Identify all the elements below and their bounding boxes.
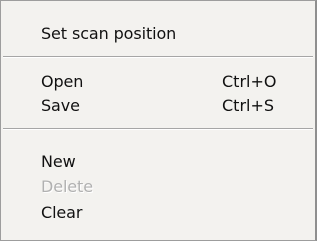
menu-item-set-scan-position[interactable]: Set scan position [1, 21, 315, 45]
menu-item-label: New [41, 151, 76, 171]
menu-item-open[interactable]: Open Ctrl+O [1, 69, 315, 93]
menu-item-label: Open [41, 71, 84, 91]
menu-item-clear[interactable]: Clear [1, 200, 315, 224]
menu-item-new[interactable]: New [1, 149, 315, 173]
menu-item-label: Save [41, 95, 80, 115]
menu-item-label: Clear [41, 202, 83, 222]
menu-item-label: Set scan position [41, 23, 177, 43]
menu-separator [3, 56, 313, 58]
menu-item-save[interactable]: Save Ctrl+S [1, 93, 315, 117]
menu-item-shortcut: Ctrl+S [222, 95, 275, 115]
menu-item-delete: Delete [1, 174, 315, 198]
context-menu: Set scan position Open Ctrl+O Save Ctrl+… [0, 0, 317, 241]
menu-item-label: Delete [41, 176, 93, 196]
menu-separator [3, 128, 313, 130]
menu-item-shortcut: Ctrl+O [222, 71, 277, 91]
